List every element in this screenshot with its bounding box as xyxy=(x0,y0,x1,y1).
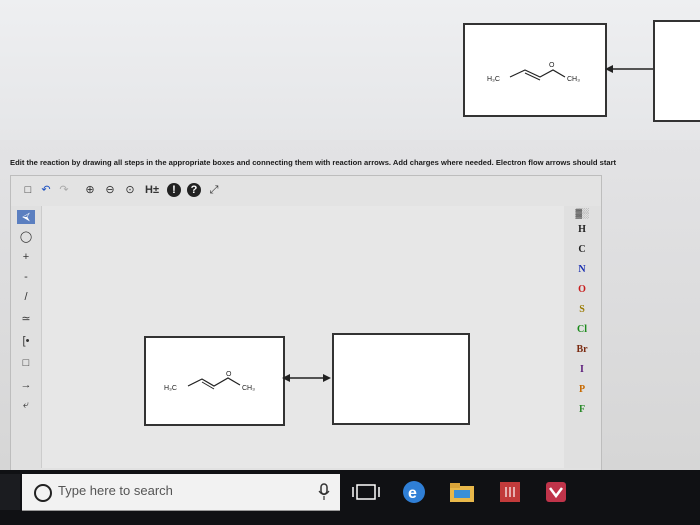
store-app-icon[interactable] xyxy=(492,474,528,510)
new-document-icon[interactable]: □ xyxy=(21,183,35,197)
microphone-icon[interactable] xyxy=(318,483,330,501)
canvas-reaction-arrow[interactable] xyxy=(282,372,332,384)
product-box[interactable] xyxy=(332,333,470,425)
redo-icon[interactable]: ↷ xyxy=(57,183,71,197)
left-tool-palette: ⮘ ◯ + - / ≃ [• □ → ⤶ xyxy=(11,206,41,471)
charge-plus-icon[interactable]: + xyxy=(17,250,35,264)
help-icon[interactable]: ? xyxy=(187,183,201,197)
fullscreen-icon[interactable]: ⤢ xyxy=(207,183,221,197)
molecule-editor: □ ↶ ↷ ⊕ ⊖ ⊙ H± ! ? ⤢ ⮘ ◯ + - / ≃ [• □ → … xyxy=(10,175,602,472)
undo-icon[interactable]: ↶ xyxy=(39,183,53,197)
charge-minus-icon[interactable]: - xyxy=(17,270,35,284)
top-molecule: H₃C O CH₃ xyxy=(487,62,580,83)
task-view-icon[interactable] xyxy=(348,474,384,510)
start-button[interactable] xyxy=(0,474,20,510)
reaction-arrow-icon[interactable]: → xyxy=(17,378,35,392)
top-left-label: H₃C xyxy=(487,76,500,83)
canvas-molecule: H₃C O CH₃ xyxy=(164,371,255,392)
chain-tool-icon[interactable]: ≃ xyxy=(17,312,35,326)
eraser-icon[interactable]: ◯ xyxy=(17,230,35,244)
zoom-out-icon[interactable]: ⊖ xyxy=(103,183,117,197)
editor-toolbar: □ ↶ ↷ ⊕ ⊖ ⊙ H± ! ? ⤢ xyxy=(11,176,601,206)
element-o[interactable]: O xyxy=(564,284,600,295)
element-br[interactable]: Br xyxy=(564,344,600,355)
select-tool-icon[interactable]: ⮘ xyxy=(17,210,35,224)
element-c[interactable]: C xyxy=(564,244,600,255)
canvas-right-label: CH₃ xyxy=(242,385,255,392)
element-palette: ▓░ H C N O S Cl Br I P F xyxy=(564,206,600,468)
canvas-oxygen-label: O xyxy=(226,371,232,378)
reactant-box: H₃C O CH₃ xyxy=(144,336,285,426)
periodic-table-icon[interactable]: ▓░ xyxy=(564,208,600,218)
element-p[interactable]: P xyxy=(564,384,600,395)
zoom-fit-icon[interactable]: ⊙ xyxy=(123,183,137,197)
edge-browser-icon[interactable]: e xyxy=(396,474,432,510)
element-f[interactable]: F xyxy=(564,404,600,415)
drawing-canvas[interactable]: H₃C O CH₃ xyxy=(41,206,564,468)
info-icon[interactable]: ! xyxy=(167,183,181,197)
element-n[interactable]: N xyxy=(564,264,600,275)
zoom-in-icon[interactable]: ⊕ xyxy=(83,183,97,197)
h-toggle-button[interactable]: H± xyxy=(143,183,161,197)
curved-arrow-icon[interactable]: ⤶ xyxy=(17,398,35,412)
element-i[interactable]: I xyxy=(564,364,600,375)
element-s[interactable]: S xyxy=(564,304,600,315)
rectangle-tool-icon[interactable]: □ xyxy=(17,356,35,370)
top-right-label: CH₃ xyxy=(567,76,580,83)
cortana-circle-icon xyxy=(34,484,52,502)
instruction-text: Edit the reaction by drawing all steps i… xyxy=(10,158,617,167)
search-placeholder: Type here to search xyxy=(58,483,173,498)
canvas-left-label: H₃C xyxy=(164,385,177,392)
file-explorer-icon[interactable] xyxy=(444,474,480,510)
element-cl[interactable]: Cl xyxy=(564,324,600,335)
top-reactant-box: H₃C O CH₃ xyxy=(463,23,607,117)
element-h[interactable]: H xyxy=(564,224,600,235)
top-oxygen-label: O xyxy=(549,62,555,69)
taskbar-search-box[interactable]: Type here to search xyxy=(22,474,340,511)
svg-text:e: e xyxy=(408,485,417,502)
pinned-app-icon[interactable] xyxy=(538,474,574,510)
top-product-box[interactable] xyxy=(653,20,700,122)
single-bond-icon[interactable]: / xyxy=(17,290,35,304)
bracket-tool-icon[interactable]: [• xyxy=(17,334,35,348)
